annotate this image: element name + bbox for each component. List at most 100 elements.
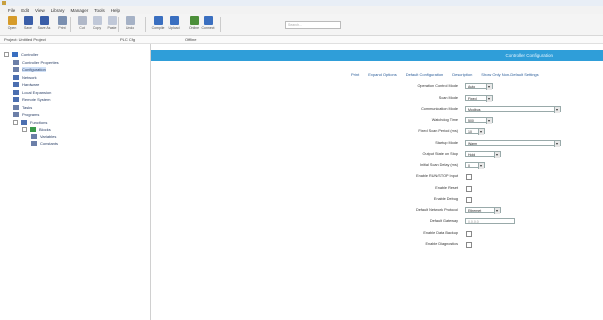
app-icon: [2, 1, 6, 5]
tree-item[interactable]: Variables: [31, 133, 56, 140]
expand-toggle-icon[interactable]: [22, 127, 27, 132]
toolbar-button-label: Undo: [125, 26, 135, 30]
toolbar-button-1[interactable]: Save: [20, 15, 36, 34]
program-icon: [13, 112, 19, 117]
menu-item-6[interactable]: Help: [111, 8, 120, 13]
field-label: Fixed Scan Period (ms): [418, 129, 458, 133]
chevron-down-icon[interactable]: [554, 141, 560, 147]
toolbar-button-11[interactable]: Connect: [200, 15, 216, 34]
tree-item[interactable]: Controller: [4, 51, 38, 58]
field-label: Enable Reset: [435, 186, 458, 190]
config-row: Initial Scan Delay (ms) 0: [151, 162, 603, 170]
menu-item-0[interactable]: File: [8, 8, 15, 13]
save-as-icon: [39, 16, 49, 25]
toolbar-button-3[interactable]: Print: [54, 15, 70, 34]
chevron-down-icon[interactable]: [486, 96, 492, 102]
project-name: Project: Untitled Project: [4, 37, 46, 42]
menu-item-1[interactable]: Edit: [21, 8, 29, 13]
tree-item[interactable]: Programs: [13, 111, 39, 118]
config-row: Startup Mode Warm: [151, 140, 603, 148]
tree-item[interactable]: Functions: [13, 119, 47, 126]
config-row: Default Gateway 0.0.0.0: [151, 218, 603, 226]
panel-link[interactable]: Description: [452, 72, 472, 77]
panel-header: Controller Configuration: [151, 50, 603, 61]
tree-item-label: Variables: [40, 134, 57, 139]
panel-link[interactable]: Show Only Non-Default Settings: [481, 72, 538, 77]
toolbar-button-label: Open: [7, 26, 17, 30]
toolbar-button-9[interactable]: Upload: [166, 15, 182, 34]
menu-bar: File Edit View Library Manager Tools Help: [0, 6, 603, 14]
toolbar-button-2[interactable]: Save As: [36, 15, 52, 34]
panel-link[interactable]: Default Configuration: [406, 72, 444, 77]
toolbar-button-5[interactable]: Copy: [89, 15, 105, 34]
field-label: Enable Data Backup: [423, 231, 458, 235]
tree-item-label: Constants: [40, 141, 59, 146]
task-icon: [13, 105, 19, 110]
toolbar-button-4[interactable]: Cut: [74, 15, 90, 34]
expand-toggle-icon[interactable]: [13, 120, 18, 125]
tree-item[interactable]: Blocks: [22, 126, 51, 133]
chevron-down-icon[interactable]: [486, 84, 492, 90]
menu-item-5[interactable]: Tools: [94, 8, 105, 13]
panel-link[interactable]: Print: [351, 72, 359, 77]
field-label: Scan Mode: [438, 96, 458, 100]
network-icon: [13, 75, 19, 80]
chevron-down-icon[interactable]: [486, 118, 492, 124]
field-checkbox[interactable]: [466, 242, 472, 248]
properties-icon: [13, 60, 19, 65]
chevron-down-icon[interactable]: [554, 107, 560, 113]
tree-item[interactable]: Controller Properties: [13, 59, 59, 66]
toolbar-button-label: Connect: [201, 26, 215, 30]
field-label: Enable Diagnostics: [425, 242, 458, 246]
remote-icon: [13, 97, 19, 102]
config-row: Watchdog Time 500: [151, 117, 603, 125]
dropdown-value: Ethernet: [468, 209, 482, 213]
toolbar-separator: [220, 17, 221, 32]
field-text-input[interactable]: 0.0.0.0: [465, 218, 515, 224]
field-checkbox[interactable]: [466, 174, 472, 180]
field-dropdown[interactable]: Modbus: [465, 106, 561, 113]
chevron-down-icon[interactable]: [494, 152, 500, 158]
field-checkbox[interactable]: [466, 197, 472, 203]
tree-item[interactable]: Tasks: [13, 104, 32, 111]
toolbar-button-8[interactable]: Compile: [150, 15, 166, 34]
tree-item[interactable]: Constants: [31, 140, 58, 147]
tree-item[interactable]: Local Expansion: [13, 89, 51, 96]
menu-item-3[interactable]: Library: [51, 8, 65, 13]
toolbar-button-0[interactable]: Open: [4, 15, 20, 34]
tree-item-label: Hardware: [22, 82, 40, 87]
chevron-down-icon[interactable]: [478, 163, 484, 169]
field-dropdown[interactable]: Fixed: [465, 95, 493, 102]
field-dropdown[interactable]: Auto: [465, 83, 493, 90]
field-checkbox[interactable]: [466, 231, 472, 237]
field-checkbox[interactable]: [466, 186, 472, 192]
dropdown-value: Hold: [468, 153, 476, 157]
field-dropdown[interactable]: 10: [465, 128, 485, 135]
cut-icon: [77, 16, 87, 25]
field-dropdown[interactable]: 0: [465, 162, 485, 169]
expand-toggle-icon[interactable]: [4, 52, 9, 57]
chevron-down-icon[interactable]: [494, 208, 500, 214]
field-dropdown[interactable]: Hold: [465, 151, 501, 158]
tree-item[interactable]: Hardware: [13, 81, 39, 88]
plc-config-tag[interactable]: PLC Cfg: [120, 37, 135, 42]
toolbar-button-label: Compile: [151, 26, 165, 30]
tree-item[interactable]: Configuration: [13, 66, 46, 73]
field-dropdown[interactable]: Ethernet: [465, 207, 501, 214]
panel-link[interactable]: Expand Options: [368, 72, 396, 77]
menu-item-2[interactable]: View: [35, 8, 45, 13]
block-icon: [30, 127, 36, 132]
menu-item-4[interactable]: Manager: [70, 8, 88, 13]
field-dropdown[interactable]: Warm: [465, 140, 561, 147]
tree-item-label: Blocks: [39, 127, 51, 132]
tree-item[interactable]: Network: [13, 74, 37, 81]
search-input[interactable]: Search...: [285, 21, 341, 29]
field-dropdown[interactable]: 500: [465, 117, 493, 124]
chevron-down-icon[interactable]: [478, 129, 484, 135]
panel-links: Print Expand Options Default Configuration…: [351, 72, 548, 77]
tree-item[interactable]: Remote System: [13, 96, 50, 103]
toolbar-button-7[interactable]: Undo: [122, 15, 138, 34]
field-label: Watchdog Time: [431, 118, 458, 122]
dropdown-value: 10: [468, 130, 472, 134]
hardware-icon: [13, 82, 19, 87]
